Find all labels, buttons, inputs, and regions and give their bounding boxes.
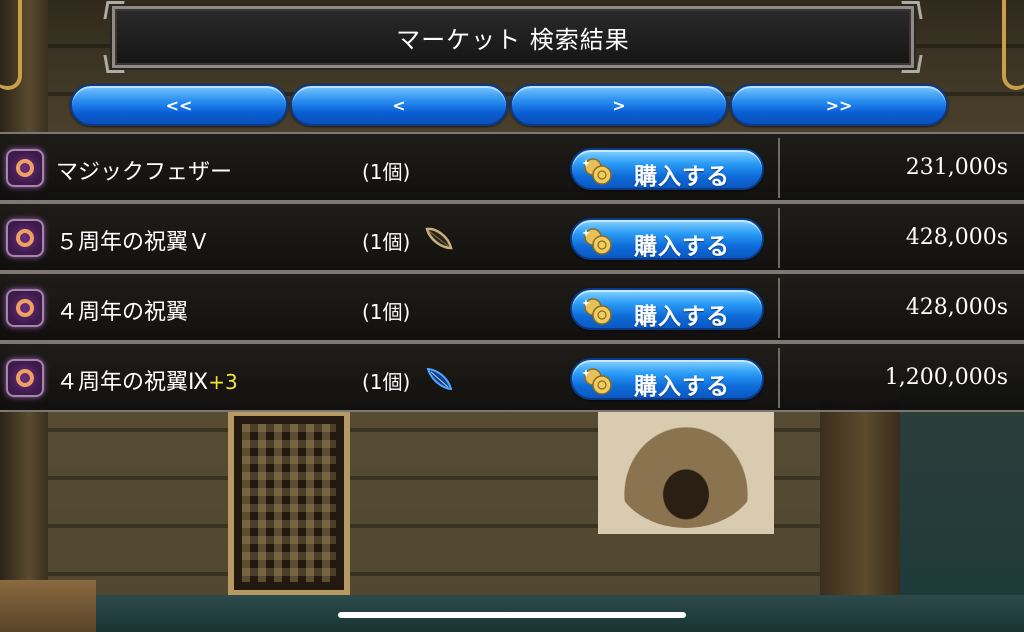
buy-button[interactable]: 購入する [570,218,764,260]
coin-icon [582,298,612,325]
list-item[interactable]: ４周年の祝翼Ⅸ+3 (1個) 購入する 1,200,000s [0,342,1024,412]
item-icon [6,149,44,187]
coin-icon [582,158,612,185]
buy-button-label: 購入する [634,234,730,260]
item-icon [6,359,44,397]
frame-corner [901,1,923,19]
result-list: マジックフェザー (1個) 購入する 231,000s ５周年の祝翼Ｖ (1個) [0,132,1024,414]
next-page-button[interactable]: > [510,84,728,126]
column-divider [778,138,780,198]
column-divider [778,278,780,338]
frame-corner [901,55,923,73]
list-item[interactable]: マジックフェザー (1個) 購入する 231,000s [0,132,1024,202]
buy-button[interactable]: 購入する [570,288,764,330]
item-name: ５周年の祝翼Ｖ [56,230,211,255]
list-item[interactable]: ４周年の祝翼 (1個) 購入する 428,000s [0,272,1024,342]
buy-button-label: 購入する [634,164,730,190]
last-page-button[interactable]: >> [730,84,948,126]
crate [0,580,96,632]
item-quantity: (1個) [362,300,411,324]
home-indicator[interactable] [338,612,686,618]
wall-poster [598,410,774,534]
gold-ornament [1002,0,1024,90]
item-name: ４周年の祝翼Ⅸ+3 [56,370,238,395]
buy-button[interactable]: 購入する [570,148,764,190]
item-name: マジックフェザー [56,160,233,185]
frame-corner [103,1,125,19]
wall-poster [228,410,350,596]
item-quantity: (1個) [362,370,411,394]
item-price: 231,000s [905,155,1008,180]
brown-feather-icon [425,227,453,250]
prev-page-button[interactable]: < [290,84,508,126]
buy-button[interactable]: 購入する [570,358,764,400]
blue-feather-icon [426,367,453,391]
column-divider [778,348,780,408]
frame-corner [103,55,125,73]
coin-icon [582,228,612,255]
first-page-button[interactable]: << [70,84,288,126]
buy-button-label: 購入する [634,304,730,330]
coin-icon [582,368,612,395]
item-price: 428,000s [905,225,1008,250]
item-icon [6,289,44,327]
title-bar: マーケット 検索結果 [103,1,923,73]
list-item[interactable]: ５周年の祝翼Ｖ (1個) 購入する 428,000s [0,202,1024,272]
gold-ornament [0,0,22,90]
pagination-bar: << < > >> [70,84,950,126]
item-name: ４周年の祝翼 [56,300,189,325]
item-price: 428,000s [905,295,1008,320]
item-icon [6,219,44,257]
item-quantity: (1個) [362,230,411,254]
item-price: 1,200,000s [884,365,1008,390]
column-divider [778,208,780,268]
page-title: マーケット 検索結果 [396,25,630,54]
item-quantity: (1個) [362,160,411,184]
buy-button-label: 購入する [634,374,730,400]
